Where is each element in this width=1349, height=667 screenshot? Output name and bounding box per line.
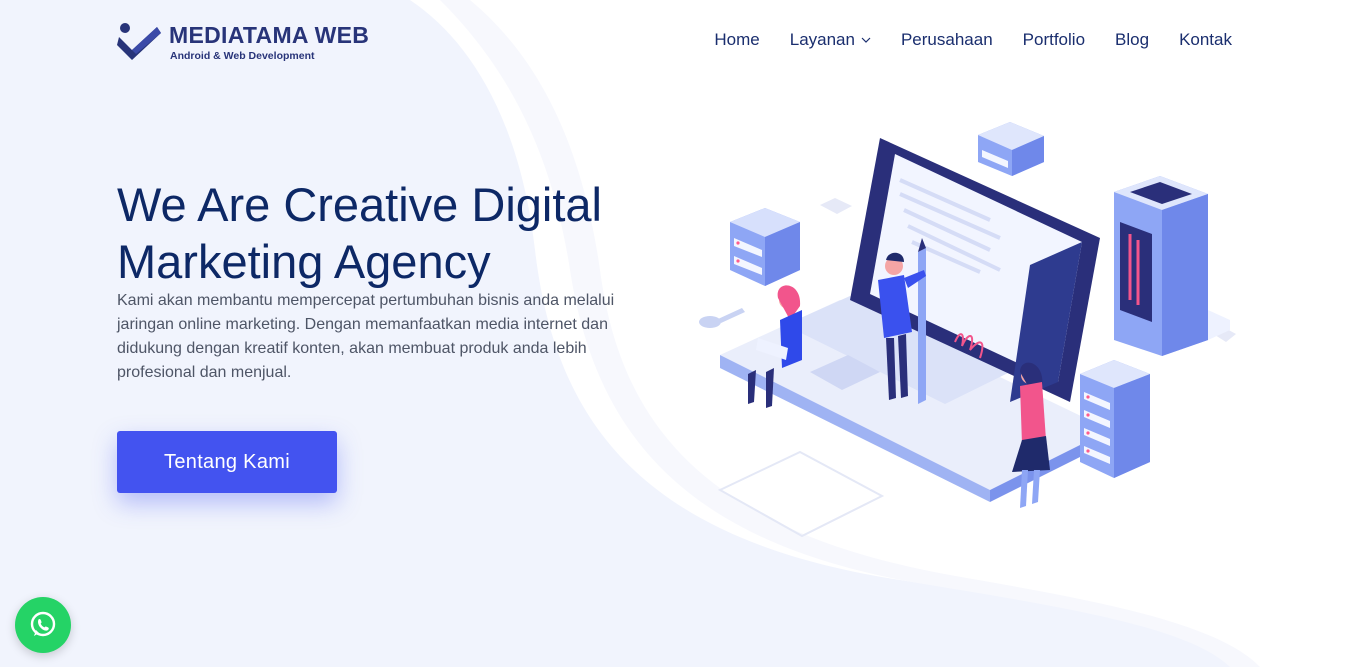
whatsapp-button[interactable] — [15, 597, 71, 653]
pencil-icon — [918, 238, 926, 404]
mediatama-logo-icon — [117, 23, 161, 60]
nav-item-label: Layanan — [789, 30, 855, 49]
nav-item-label: Blog — [1115, 30, 1150, 49]
digital-marketing-illustration — [699, 122, 1236, 538]
nav-item-kontak[interactable]: Kontak — [1179, 30, 1232, 50]
server-stack — [1080, 360, 1150, 478]
nav-item-home[interactable]: Home — [714, 30, 759, 50]
nav-item-label: Portfolio — [1022, 30, 1086, 49]
server-box-top — [978, 122, 1044, 176]
hero-title: We Are Creative Digital Marketing Agency — [117, 178, 602, 288]
chevron-down-icon — [861, 37, 871, 43]
nav-item-label: Kontak — [1179, 30, 1232, 49]
main-nav: Home Layanan Perusahaan Portfolio Blog K… — [714, 30, 1232, 50]
hero-description: Kami akan membantu mempercepat pertumbuh… — [117, 292, 615, 381]
brand-logo[interactable]: MEDIATAMA WEB Android & Web Development — [117, 20, 397, 64]
floating-tile — [820, 198, 852, 214]
floor-tile-outline — [717, 450, 885, 538]
nav-item-label: Perusahaan — [900, 30, 993, 49]
nav-item-label: Home — [714, 30, 760, 49]
nav-item-perusahaan[interactable]: Perusahaan — [901, 30, 993, 50]
laptop — [720, 138, 1110, 502]
key-icon — [699, 308, 745, 328]
whatsapp-icon — [30, 611, 56, 637]
nav-item-layanan[interactable]: Layanan — [790, 30, 871, 50]
nav-item-portfolio[interactable]: Portfolio — [1023, 30, 1085, 50]
nav-item-blog[interactable]: Blog — [1115, 30, 1149, 50]
site-header: MEDIATAMA WEB Android & Web Development … — [0, 0, 1349, 84]
server-box-left — [730, 208, 800, 286]
tentang-kami-button[interactable]: Tentang Kami — [117, 431, 337, 493]
brand-name: MEDIATAMA WEB — [169, 22, 370, 48]
server-tower — [1114, 176, 1230, 356]
brand-tagline: Android & Web Development — [170, 50, 315, 62]
